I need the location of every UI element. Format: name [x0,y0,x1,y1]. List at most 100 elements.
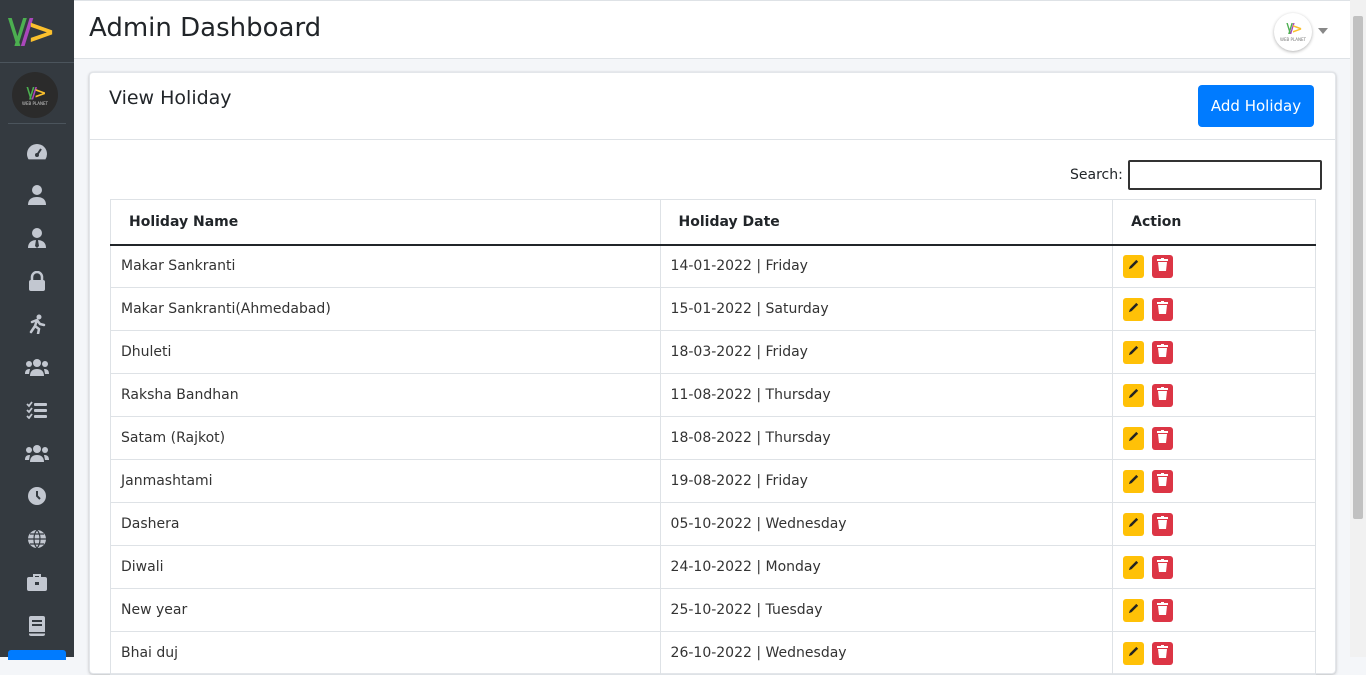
holiday-name-cell: Dhuleti [110,330,661,374]
list-icon[interactable] [24,397,50,423]
delete-button[interactable] [1152,469,1174,493]
edit-button[interactable] [1123,340,1145,364]
trash-icon [1157,472,1169,490]
holiday-name-cell: Diwali [110,545,661,589]
action-cell [1112,459,1316,503]
trash-icon [1157,429,1169,447]
chevron-down-icon[interactable] [1318,28,1328,34]
dashboard-icon[interactable] [24,139,50,165]
holiday-name-cell: Satam (Rajkot) [110,416,661,460]
users-icon[interactable] [24,354,50,380]
delete-button[interactable] [1152,297,1174,321]
table-row: Satam (Rajkot) 18-08-2022 | Thursday [110,416,1316,460]
globe-icon[interactable] [24,526,50,552]
search-label: Search: [1070,167,1123,183]
edit-button[interactable] [1123,469,1145,493]
table-row: Diwali 24-10-2022 | Monday [110,545,1316,589]
pencil-icon [1128,645,1139,661]
user-tie-icon[interactable] [24,225,50,251]
column-header-holiday-date[interactable]: Holiday Date [659,199,1114,246]
delete-button[interactable] [1152,254,1174,278]
holiday-card: View Holiday Add Holiday Search: Holiday… [89,72,1336,675]
action-cell [1112,416,1316,460]
edit-button[interactable] [1123,641,1145,665]
add-holiday-button[interactable]: Add Holiday [1198,85,1314,127]
edit-button[interactable] [1123,598,1145,622]
holiday-table: Holiday Name Holiday Date Action Makar S… [110,199,1316,675]
column-header-action[interactable]: Action [1112,199,1316,246]
sidebar-avatar[interactable]: \//> WEB PLANET [12,72,58,118]
group-icon[interactable] [24,440,50,466]
pencil-icon [1128,430,1139,446]
table-row: Janmashtami 19-08-2022 | Friday [110,459,1316,503]
holiday-name-cell: Raksha Bandhan [110,373,661,417]
edit-button[interactable] [1123,297,1145,321]
scrollbar-thumb[interactable] [1353,16,1363,519]
table-row: Makar Sankranti(Ahmedabad) 15-01-2022 | S… [110,287,1316,331]
user-icon[interactable] [24,182,50,208]
sidebar-avatar-text: WEB PLANET [22,100,48,106]
holiday-date-cell: 24-10-2022 | Monday [659,545,1114,589]
holiday-name-cell: Dashera [110,502,661,546]
book-icon[interactable] [24,613,50,639]
holiday-date-cell: 18-03-2022 | Friday [659,330,1114,374]
delete-button[interactable] [1152,340,1174,364]
edit-button[interactable] [1123,512,1145,536]
table-header-row: Holiday Name Holiday Date Action [110,199,1316,246]
running-icon[interactable] [24,311,50,337]
delete-button[interactable] [1152,512,1174,536]
sidebar: \//> \//> WEB PLANET [0,0,74,660]
page-scrollbar[interactable] [1350,0,1366,657]
column-header-holiday-name[interactable]: Holiday Name [110,199,661,246]
delete-button[interactable] [1152,598,1174,622]
pencil-icon [1128,344,1139,360]
delete-button[interactable] [1152,641,1174,665]
pencil-icon [1128,258,1139,274]
table-row: New year 25-10-2022 | Tuesday [110,588,1316,632]
action-cell [1112,545,1316,589]
search-input[interactable] [1128,160,1322,190]
holiday-name-cell: New year [110,588,661,632]
brand-logo[interactable]: \//> [0,0,74,63]
table-row: Raksha Bandhan 11-08-2022 | Thursday [110,373,1316,417]
holiday-table-body: Makar Sankranti 14-01-2022 | Friday Makar … [110,244,1316,675]
pencil-icon [1128,301,1139,317]
sidebar-divider [8,123,66,124]
edit-button[interactable] [1123,383,1145,407]
table-row: Makar Sankranti 14-01-2022 | Friday [110,244,1316,288]
clock-icon[interactable] [24,483,50,509]
lock-icon[interactable] [24,268,50,294]
holiday-name-cell: Makar Sankranti [110,244,661,288]
holiday-date-cell: 05-10-2022 | Wednesday [659,502,1114,546]
pencil-icon [1128,387,1139,403]
holiday-date-cell: 19-08-2022 | Friday [659,459,1114,503]
delete-button[interactable] [1152,555,1174,579]
pencil-icon [1128,602,1139,618]
brand-logo-mark: \//> [8,12,56,52]
pencil-icon [1128,473,1139,489]
page-header-title: Admin Dashboard [89,13,322,43]
edit-button[interactable] [1123,555,1145,579]
holiday-date-cell: 14-01-2022 | Friday [659,244,1114,288]
holiday-date-cell: 18-08-2022 | Thursday [659,416,1114,460]
edit-button[interactable] [1123,254,1145,278]
holiday-name-cell: Bhai duj [110,631,661,675]
delete-button[interactable] [1152,383,1174,407]
trash-icon [1157,515,1169,533]
action-cell [1112,330,1316,374]
sidebar-active-item[interactable] [8,650,66,660]
table-row: Bhai duj 26-10-2022 | Wednesday [110,631,1316,675]
action-cell [1112,244,1316,288]
trash-icon [1157,386,1169,404]
holiday-name-cell: Janmashtami [110,459,661,503]
profile-avatar[interactable]: \//> WEB PLANET [1274,13,1312,51]
action-cell [1112,287,1316,331]
edit-button[interactable] [1123,426,1145,450]
action-cell [1112,631,1316,675]
briefcase-icon[interactable] [24,569,50,595]
action-cell [1112,588,1316,632]
pencil-icon [1128,559,1139,575]
delete-button[interactable] [1152,426,1174,450]
table-row: Dashera 05-10-2022 | Wednesday [110,502,1316,546]
profile-avatar-text: WEB PLANET [1280,36,1306,42]
